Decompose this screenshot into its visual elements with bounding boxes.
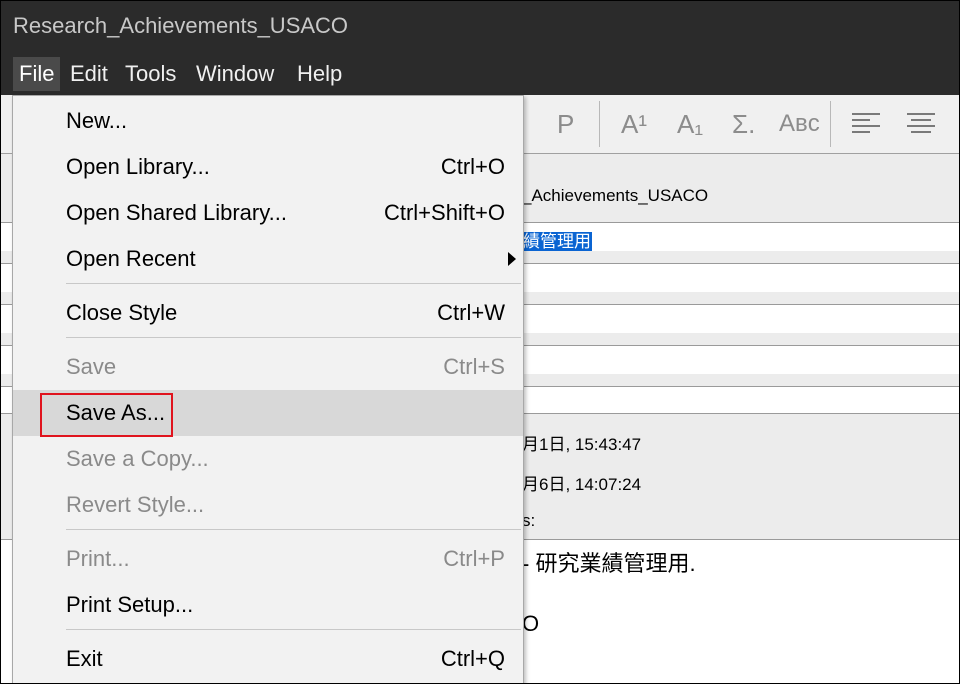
menu-item-shortcut: Ctrl+Shift+O bbox=[383, 200, 505, 225]
menu-item-label: New... bbox=[66, 108, 128, 133]
menu-separator bbox=[66, 337, 521, 338]
title-bar: Research_Achievements_USACO bbox=[1, 1, 959, 51]
file-menu-dropdown: New... Open Library... Ctrl+O Open Share… bbox=[12, 95, 524, 683]
menu-item-label: Exit bbox=[66, 646, 103, 671]
menu-item-label: Open Library... bbox=[66, 154, 210, 179]
annotation-highlight-box bbox=[40, 393, 173, 437]
submenu-arrow-icon bbox=[508, 252, 516, 266]
menu-item-label: Print Setup... bbox=[66, 592, 194, 617]
menu-item-print[interactable]: Print... Ctrl+P bbox=[13, 536, 523, 582]
small-caps-button[interactable]: Aʙᴄ bbox=[779, 103, 820, 145]
plain-text-button[interactable]: P bbox=[557, 103, 574, 145]
menu-item-label: Open Shared Library... bbox=[66, 200, 287, 225]
menu-tools[interactable]: Tools bbox=[119, 57, 182, 91]
subscript-button[interactable]: A₁ bbox=[677, 103, 703, 145]
menu-item-label: Save bbox=[66, 354, 117, 379]
menu-edit[interactable]: Edit bbox=[64, 57, 114, 91]
menu-item-label: Revert Style... bbox=[66, 492, 205, 517]
menu-item-open-shared-library[interactable]: Open Shared Library... Ctrl+Shift+O bbox=[13, 190, 523, 236]
menu-separator bbox=[66, 529, 521, 530]
modified-date-text: 月6日, 14:07:24 bbox=[522, 475, 642, 494]
extra-text: O bbox=[522, 611, 540, 636]
menu-item-shortcut: Ctrl+Q bbox=[440, 646, 505, 671]
menu-item-label: Open Recent bbox=[66, 246, 196, 271]
menu-bar: File Edit Tools Window Help bbox=[1, 51, 959, 95]
menu-item-label: Save a Copy... bbox=[66, 446, 209, 471]
title-field-text: 績管理用 bbox=[522, 227, 592, 252]
menu-item-open-library[interactable]: Open Library... Ctrl+O bbox=[13, 144, 523, 190]
toolbar-separator bbox=[830, 101, 831, 147]
menu-item-label: Close Style bbox=[66, 300, 178, 325]
menu-item-save-copy[interactable]: Save a Copy... bbox=[13, 436, 523, 482]
menu-item-shortcut: Ctrl+O bbox=[440, 154, 505, 179]
menu-item-shortcut: Ctrl+P bbox=[443, 546, 505, 571]
menu-file[interactable]: File bbox=[13, 57, 61, 91]
menu-separator bbox=[66, 629, 521, 630]
style-name-text: _Achievements_USACO bbox=[522, 186, 709, 205]
menu-item-open-recent[interactable]: Open Recent bbox=[13, 236, 523, 282]
menu-item-save[interactable]: Save Ctrl+S bbox=[13, 344, 523, 390]
menu-item-label: Print... bbox=[66, 546, 130, 571]
menu-item-exit[interactable]: Exit Ctrl+Q bbox=[13, 636, 523, 682]
selected-text: 績管理用 bbox=[522, 232, 592, 251]
window-title: Research_Achievements_USACO bbox=[13, 13, 349, 38]
toolbar-separator bbox=[599, 101, 600, 147]
menu-item-shortcut: Ctrl+S bbox=[443, 354, 505, 379]
menu-separator bbox=[66, 283, 521, 284]
app-window: Research_Achievements_USACO File Edit To… bbox=[0, 0, 960, 684]
symbol-button[interactable]: Σ. bbox=[732, 103, 755, 145]
superscript-button[interactable]: A¹ bbox=[621, 103, 647, 145]
menu-item-revert-style[interactable]: Revert Style... bbox=[13, 482, 523, 528]
menu-item-close-style[interactable]: Close Style Ctrl+W bbox=[13, 290, 523, 336]
menu-window[interactable]: Window bbox=[190, 57, 280, 91]
align-center-icon[interactable] bbox=[907, 113, 935, 135]
menu-item-new[interactable]: New... bbox=[13, 98, 523, 144]
menu-item-shortcut: Ctrl+W bbox=[437, 300, 505, 325]
created-date-text: 月1日, 15:43:47 bbox=[522, 435, 642, 454]
menu-item-print-setup[interactable]: Print Setup... bbox=[13, 582, 523, 628]
description-text: - 研究業績管理用. bbox=[522, 551, 696, 576]
align-left-icon[interactable] bbox=[852, 113, 880, 135]
menu-help[interactable]: Help bbox=[291, 57, 348, 91]
